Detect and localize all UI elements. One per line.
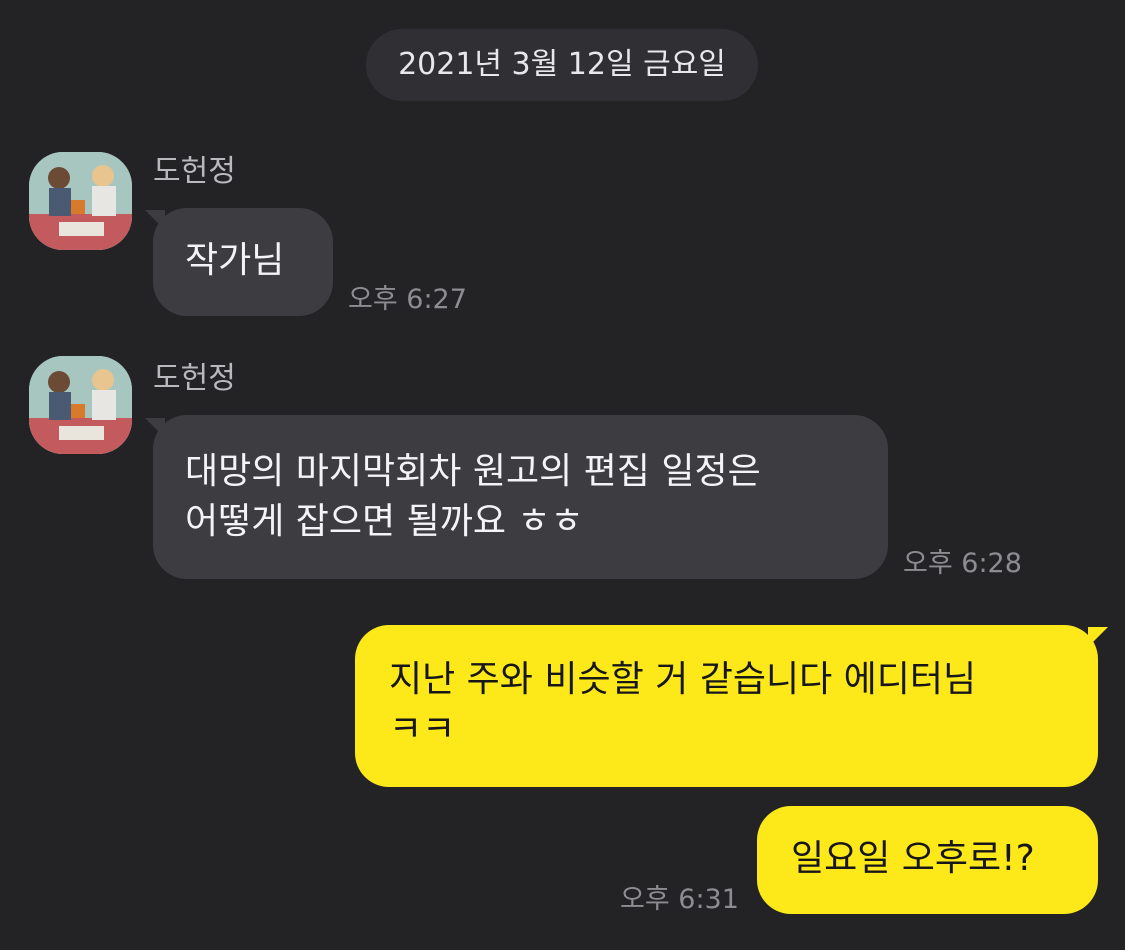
message-text: ㅋㅋ: [389, 709, 456, 750]
message-timestamp: 오후 6:27: [348, 284, 467, 315]
message-timestamp: 오후 6:31: [620, 884, 739, 915]
message-text: 대망의 마지막회차 원고의 편집 일정은: [185, 451, 761, 492]
sender-name: 도헌정: [153, 154, 236, 189]
incoming-message-bubble[interactable]: 대망의 마지막회차 원고의 편집 일정은 어떻게 잡으면 될까요 ㅎㅎ: [153, 415, 888, 579]
message-text: 작가님: [185, 240, 285, 281]
message-timestamp: 오후 6:28: [903, 548, 1022, 579]
bubble-tail: [1088, 627, 1108, 647]
outgoing-message-bubble[interactable]: 지난 주와 비슷할 거 같습니다 에디터님 ㅋㅋ: [355, 625, 1098, 787]
message-text: 어떻게 잡으면 될까요 ㅎㅎ: [185, 501, 584, 542]
incoming-message-bubble[interactable]: 작가님: [153, 208, 333, 316]
message-text: 지난 주와 비슷할 거 같습니다 에디터님: [389, 659, 977, 700]
sender-name: 도헌정: [153, 361, 236, 396]
date-divider: 2021년 3월 12일 금요일: [366, 29, 758, 101]
message-text: 일요일 오후로!?: [791, 838, 1035, 879]
avatar-photo-icon: [29, 356, 132, 454]
avatar-photo-icon: [29, 152, 132, 250]
outgoing-message-bubble[interactable]: 일요일 오후로!?: [757, 806, 1098, 914]
sender-avatar[interactable]: [29, 356, 132, 454]
sender-avatar[interactable]: [29, 152, 132, 250]
